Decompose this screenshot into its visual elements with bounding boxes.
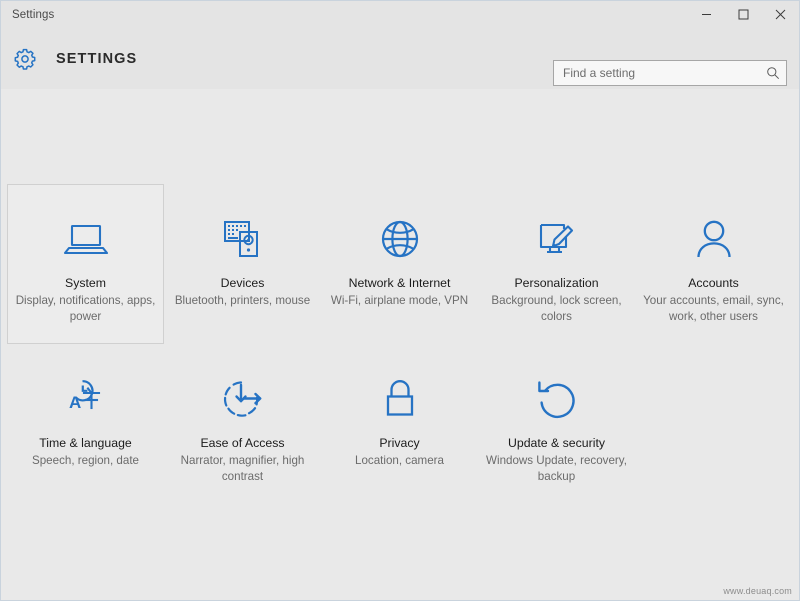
close-button[interactable]	[762, 1, 799, 28]
laptop-icon	[63, 213, 109, 265]
settings-tile-time-language[interactable]: A Time & language Speech, region, date	[7, 344, 164, 504]
settings-tile-devices[interactable]: Devices Bluetooth, printers, mouse	[164, 184, 321, 344]
settings-tile-update-security[interactable]: Update & security Windows Update, recove…	[478, 344, 635, 504]
ease-of-access-icon	[220, 373, 266, 425]
tile-description: Narrator, magnifier, high contrast	[180, 454, 305, 483]
tile-title: Personalization	[514, 276, 599, 290]
tile-description: Your accounts, email, sync, work, other …	[643, 294, 784, 323]
settings-tile-network-internet[interactable]: Network & Internet Wi-Fi, airplane mode,…	[321, 184, 478, 344]
watermark: www.deuaq.com	[723, 586, 792, 596]
maximize-button[interactable]	[725, 1, 762, 28]
search-icon[interactable]	[760, 61, 786, 85]
clock-language-icon: A	[63, 373, 109, 425]
globe-icon	[378, 213, 422, 265]
monitor-brush-icon	[533, 213, 581, 265]
tile-description: Location, camera	[355, 454, 444, 467]
svg-text:A: A	[69, 393, 81, 412]
settings-content: System Display, notifications, apps, pow…	[1, 89, 799, 600]
settings-tile-system[interactable]: System Display, notifications, apps, pow…	[7, 184, 164, 344]
settings-tile-ease-of-access[interactable]: Ease of Access Narrator, magnifier, high…	[164, 344, 321, 504]
search-input[interactable]	[554, 61, 760, 85]
tile-description: Wi-Fi, airplane mode, VPN	[330, 294, 469, 307]
tile-title: Time & language	[39, 436, 132, 450]
tile-title: Privacy	[379, 436, 420, 450]
search-box[interactable]	[553, 60, 787, 86]
tile-description: Background, lock screen, colors	[491, 294, 622, 323]
minimize-button[interactable]	[688, 1, 725, 28]
settings-window: Settings SETTINGS Find a setting System …	[0, 0, 800, 601]
window-controls	[688, 1, 799, 28]
tile-title: Accounts	[688, 276, 739, 290]
settings-tile-privacy[interactable]: Privacy Location, camera	[321, 344, 478, 504]
lock-icon	[380, 373, 420, 425]
tile-title: System	[65, 276, 106, 290]
tile-description: Display, notifications, apps, power	[15, 294, 156, 323]
tile-title: Devices	[220, 276, 265, 290]
app-header: SETTINGS	[1, 29, 799, 89]
keyboard-mouse-icon	[220, 213, 266, 265]
tile-description: Bluetooth, printers, mouse	[174, 294, 311, 307]
settings-tile-accounts[interactable]: Accounts Your accounts, email, sync, wor…	[635, 184, 792, 344]
gear-icon	[10, 44, 40, 74]
page-title: SETTINGS	[56, 51, 138, 67]
settings-tile-personalization[interactable]: Personalization Background, lock screen,…	[478, 184, 635, 344]
refresh-circle-icon	[535, 373, 579, 425]
tile-description: Windows Update, recovery, backup	[486, 454, 627, 483]
tile-title: Update & security	[507, 436, 606, 450]
person-icon	[693, 213, 735, 265]
titlebar: Settings	[1, 1, 799, 29]
tile-description: Speech, region, date	[32, 454, 139, 467]
tile-title: Network & Internet	[348, 276, 451, 290]
tile-title: Ease of Access	[200, 436, 285, 450]
titlebar-title: Settings	[12, 8, 55, 21]
settings-tile-grid: System Display, notifications, apps, pow…	[7, 184, 795, 504]
